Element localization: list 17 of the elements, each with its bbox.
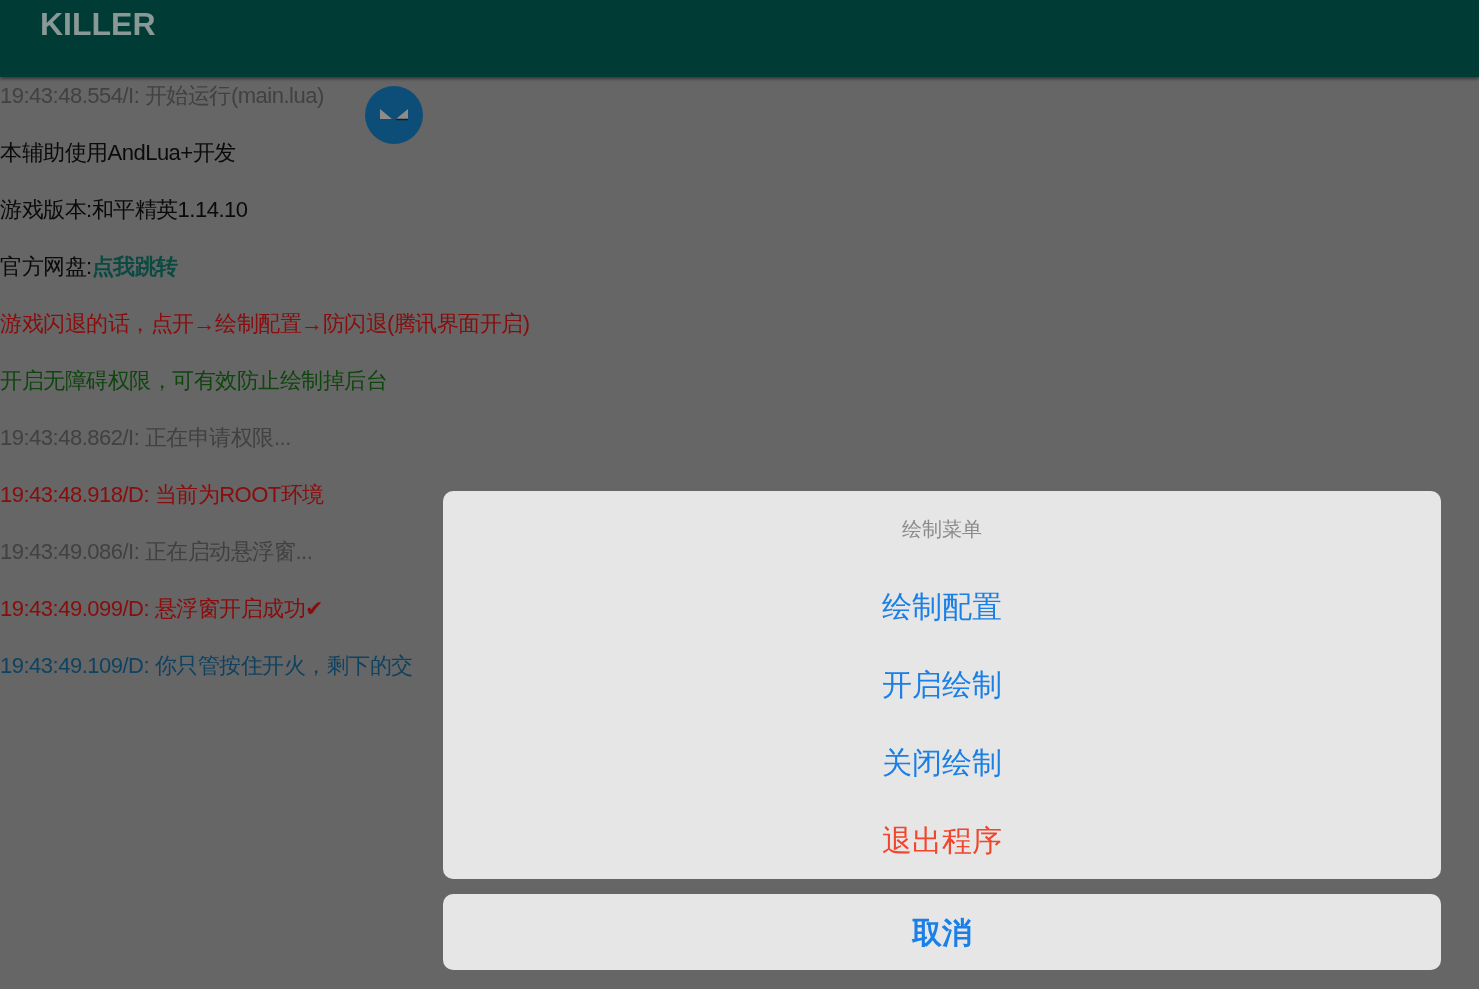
log-line: 游戏闪退的话，点开→绘制配置→防闪退(腾讯界面开启) (0, 310, 530, 338)
log-line: 官方网盘:点我跳转 (0, 253, 178, 281)
sheet-title: 绘制菜单 (902, 517, 982, 542)
menu-item[interactable]: 退出程序 (443, 801, 1441, 879)
menu-item[interactable]: 关闭绘制 (443, 723, 1441, 801)
cancel-button[interactable]: 取消 (443, 894, 1441, 970)
link[interactable]: 点我跳转 (91, 254, 178, 279)
menu-item[interactable]: 开启绘制 (443, 645, 1441, 723)
log-line: 19:43:48.918/D: 当前为ROOT环境 (0, 481, 324, 509)
menu-item[interactable]: 绘制配置 (443, 567, 1441, 645)
log-line: 19:43:49.099/D: 悬浮窗开启成功✔ (0, 595, 323, 623)
floating-ball-icon[interactable] (365, 86, 423, 144)
log-line: 游戏版本:和平精英1.14.10 (0, 196, 248, 224)
log-line: 本辅助使用AndLua+开发 (0, 139, 236, 167)
log-line: 19:43:49.109/D: 你只管按住开火，剩下的交 (0, 652, 413, 680)
app-title: KILLER (40, 5, 156, 44)
log-line: 开启无障碍权限，可有效防止绘制掉后台 (0, 367, 387, 395)
